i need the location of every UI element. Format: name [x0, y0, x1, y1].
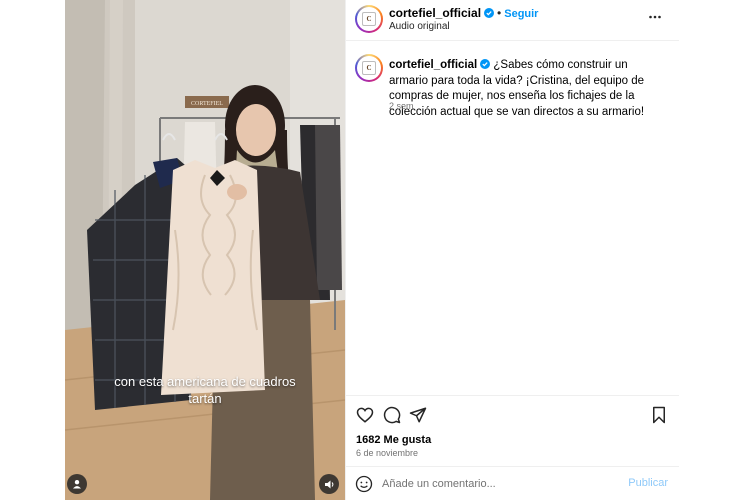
- heart-icon: [356, 407, 374, 423]
- like-button[interactable]: [356, 406, 374, 424]
- caption-timestamp[interactable]: 2 sem: [389, 101, 414, 111]
- user-icon: [73, 480, 81, 489]
- verified-badge-icon: [484, 8, 495, 18]
- video-overlay-caption: con esta americana de cuadros tartán: [65, 373, 345, 407]
- likes-count[interactable]: 1682 Me gusta: [356, 434, 431, 446]
- brand-logo: C: [362, 12, 376, 26]
- caption-avatar[interactable]: C: [355, 54, 383, 82]
- more-options-button[interactable]: [648, 10, 662, 29]
- share-icon: [409, 407, 427, 423]
- tagged-users-button[interactable]: [67, 474, 87, 494]
- verified-badge-icon: [480, 59, 491, 69]
- instagram-post: CORTEFIEL con esta americana de cuadros …: [65, 0, 679, 500]
- caption-username[interactable]: cortefiel_official: [389, 59, 477, 71]
- bookmark-icon: [653, 406, 665, 424]
- follow-button[interactable]: Seguir: [504, 8, 538, 20]
- post-actions: 1682 Me gusta 6 de noviembre Publicar: [346, 395, 679, 500]
- post-details-panel: C cortefiel_official • Seguir Audio origin…: [345, 0, 679, 500]
- store-sign-text: CORTEFIEL: [191, 101, 223, 107]
- post-date[interactable]: 6 de noviembre: [356, 448, 418, 458]
- post-video[interactable]: CORTEFIEL con esta americana de cuadros …: [65, 0, 345, 500]
- comment-button[interactable]: [383, 406, 401, 424]
- add-comment-bar: Publicar: [346, 466, 679, 500]
- share-button[interactable]: [409, 406, 427, 424]
- sound-toggle-button[interactable]: [319, 474, 339, 494]
- video-frame: CORTEFIEL: [65, 0, 345, 500]
- video-overlay-line1: con esta americana de cuadros: [114, 374, 296, 389]
- video-overlay-line2: tartán: [188, 391, 222, 406]
- comment-icon: [383, 406, 401, 424]
- caption-text-block: cortefiel_official ¿Sabes cómo construir…: [389, 58, 669, 120]
- emoji-icon: [355, 475, 373, 493]
- speaker-icon: [324, 480, 333, 488]
- brand-logo: C: [362, 61, 376, 75]
- audio-label[interactable]: Audio original: [389, 21, 450, 32]
- post-header: C cortefiel_official • Seguir Audio origin…: [346, 0, 679, 41]
- emoji-button[interactable]: [355, 475, 373, 493]
- more-options-icon: [649, 15, 661, 19]
- publish-button[interactable]: Publicar: [628, 477, 668, 489]
- header-separator: •: [497, 6, 502, 20]
- comment-input[interactable]: [382, 475, 602, 493]
- save-button[interactable]: [651, 406, 667, 424]
- avatar[interactable]: C: [355, 5, 383, 33]
- author-username[interactable]: cortefiel_official: [389, 6, 481, 20]
